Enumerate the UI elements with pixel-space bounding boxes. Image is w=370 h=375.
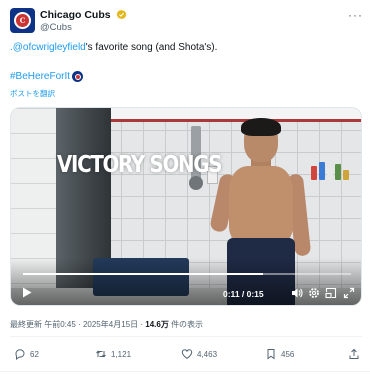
- fullscreen-icon[interactable]: [343, 287, 355, 299]
- bookmark-button[interactable]: 456: [265, 348, 294, 360]
- cubs-logo-emoji-icon: [72, 71, 84, 82]
- views-label: 件の表示: [171, 320, 204, 329]
- video-timecode: 0:11 / 0:15: [223, 289, 264, 299]
- hashtag-link[interactable]: #BeHereForIt: [10, 71, 84, 82]
- reply-count: 62: [30, 349, 39, 359]
- tweet-text: .@ofcwrigleyfield's favorite song (and S…: [10, 42, 217, 53]
- share-button[interactable]: [348, 348, 364, 360]
- like-count: 4,463: [197, 349, 218, 359]
- translate-link[interactable]: ポストを翻訳: [10, 88, 55, 99]
- bookmark-count: 456: [281, 349, 295, 359]
- views-count: 14.6万: [145, 320, 169, 329]
- tweet-body: 's favorite song (and Shota's).: [85, 42, 218, 53]
- repost-count: 1,121: [111, 349, 132, 359]
- avatar-letter: C: [19, 16, 26, 25]
- avatar[interactable]: C: [10, 8, 35, 33]
- repost-icon: [96, 350, 106, 358]
- tweet-timestamp-meta: 最終更新 午前0:45 · 2025年4月15日 · 14.6万 件の表示: [10, 320, 204, 329]
- reply-button[interactable]: 62: [14, 348, 39, 360]
- verified-badge-icon: [116, 9, 127, 20]
- more-options-icon[interactable]: ···: [348, 8, 363, 22]
- mention-link[interactable]: .@ofcwrigleyfield: [10, 42, 86, 53]
- edited-label[interactable]: 最終更新: [10, 320, 42, 329]
- settings-icon[interactable]: [308, 287, 320, 299]
- video-overlay-title: VICTORY SONGS: [57, 152, 222, 178]
- tweet-date[interactable]: 2025年4月15日: [83, 320, 138, 329]
- divider: [0, 371, 370, 372]
- heart-icon: [181, 349, 193, 359]
- picture-in-picture-icon[interactable]: [325, 287, 337, 299]
- handle[interactable]: @Cubs: [40, 22, 72, 33]
- hashtag-text[interactable]: #BeHereForIt: [10, 71, 70, 82]
- reply-icon: [15, 349, 25, 360]
- like-button[interactable]: 4,463: [181, 348, 217, 360]
- repost-button[interactable]: 1,121: [95, 348, 131, 360]
- share-icon: [349, 348, 359, 359]
- video-progress-fill: [23, 273, 264, 275]
- volume-icon[interactable]: [291, 287, 303, 299]
- play-icon[interactable]: [22, 287, 32, 298]
- divider: [10, 336, 362, 337]
- bookmark-icon: [267, 349, 275, 360]
- display-name[interactable]: Chicago Cubs: [40, 9, 111, 21]
- video-player[interactable]: VICTORY SONGS 0:11 / 0:15: [10, 107, 362, 306]
- tweet-card: C Chicago Cubs @Cubs ··· .@ofcwrigleyfie…: [0, 0, 370, 375]
- tweet-time[interactable]: 午前0:45: [44, 320, 76, 329]
- video-progress-bar[interactable]: [23, 273, 351, 275]
